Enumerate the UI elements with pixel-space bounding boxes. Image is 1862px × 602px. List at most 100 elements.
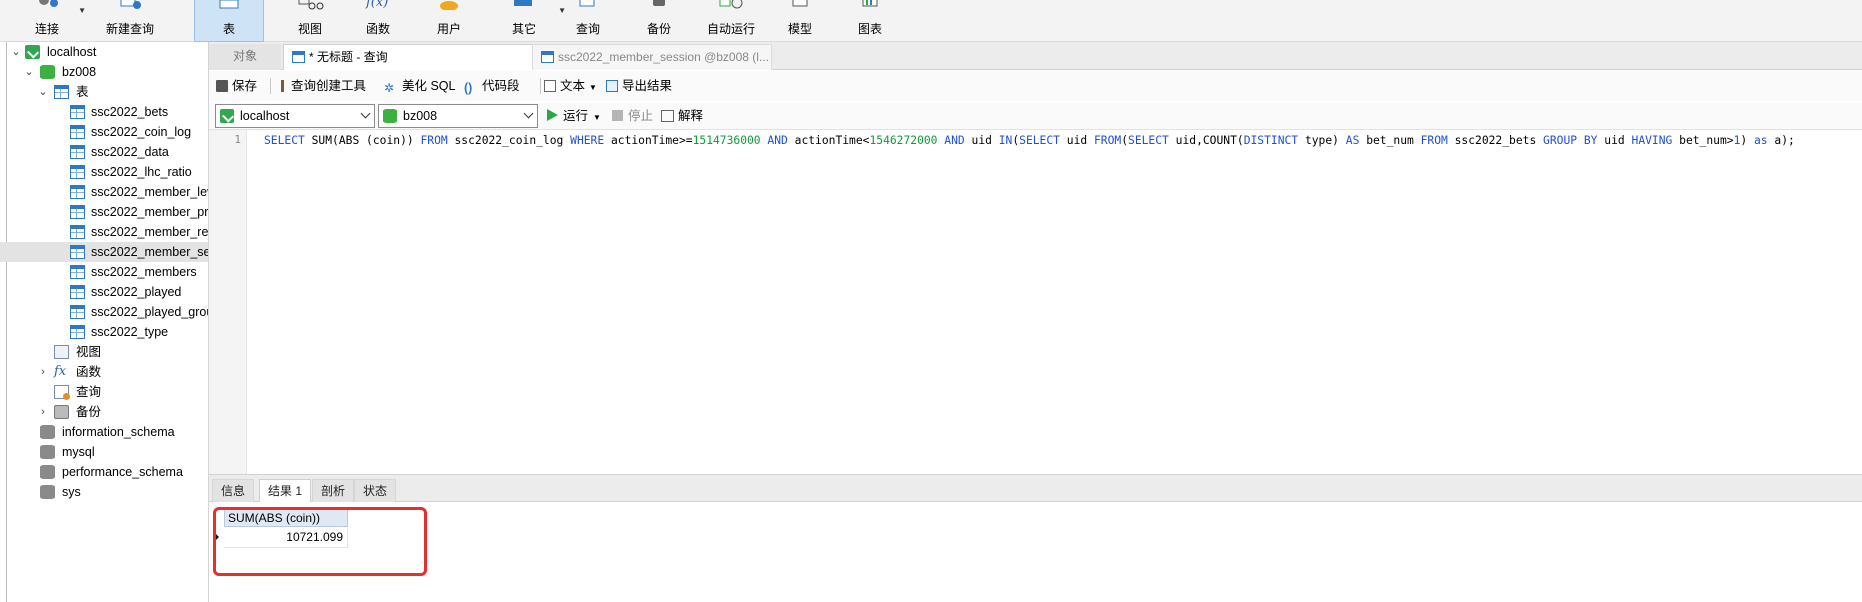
connection-icon [25, 45, 40, 59]
database-item[interactable]: performance_schema [0, 462, 208, 482]
chevron-down-icon[interactable]: ▼ [589, 83, 597, 92]
play-icon [547, 109, 558, 121]
chevron-down-icon[interactable]: ▼ [593, 113, 601, 122]
beautify-sql-button[interactable]: ✲ 美化 SQL [384, 78, 456, 95]
chevron-down-icon[interactable]: ⌄ [10, 42, 22, 62]
line-number: 1 [234, 133, 241, 146]
tree-node-database[interactable]: ⌄ bz008 [0, 62, 208, 82]
line-number-gutter: 1 [209, 130, 247, 474]
table-item[interactable]: ssc2022_member_se [0, 242, 208, 262]
table-icon [70, 145, 85, 159]
database-icon [40, 465, 55, 479]
document-icon [544, 80, 556, 92]
table-icon [70, 185, 85, 199]
table-icon [70, 245, 85, 259]
ribbon-user-button[interactable]: 用户 [417, 0, 481, 42]
result-tab[interactable]: 信息 [212, 479, 255, 503]
function-icon: f(x) [365, 0, 388, 10]
table-item[interactable]: ssc2022_played_grou [0, 302, 208, 322]
save-icon [216, 80, 228, 92]
database-icon [383, 109, 397, 123]
table-icon [70, 265, 85, 279]
database-item[interactable]: sys [0, 482, 208, 502]
chevron-down-icon[interactable]: ▼ [78, 6, 86, 15]
table-icon [219, 0, 239, 9]
other-icon [514, 0, 532, 6]
sql-code-line[interactable]: SELECT SUM(ABS (coin)) FROM ssc2022_coin… [264, 133, 1795, 149]
run-button[interactable]: 运行 ▼ [547, 108, 601, 124]
query-builder-button[interactable]: 查询创建工具 [281, 78, 366, 94]
document-tabs: 对象 * 无标题 - 查询 ssc2022_member_session @bz… [209, 42, 1862, 70]
ribbon-chart-button[interactable]: 图表 [838, 0, 902, 42]
query-icon [54, 385, 70, 400]
ribbon-table-button[interactable]: 表 [194, 0, 264, 42]
ribbon-model-button[interactable]: 模型 [768, 0, 832, 42]
export-icon [606, 80, 618, 92]
tree-node-tables-folder[interactable]: ⌄ 表 [0, 82, 208, 102]
explain-button[interactable]: 解释 [661, 108, 703, 124]
table-icon [70, 125, 85, 139]
tab-untitled-query[interactable]: * 无标题 - 查询 [283, 44, 539, 70]
query-icon [579, 0, 595, 7]
result-tab[interactable]: 状态 [354, 479, 397, 503]
table-folder-icon [54, 85, 69, 99]
tab-objects[interactable]: 对象 [209, 44, 281, 70]
ribbon-backup-button[interactable]: 备份 [627, 0, 691, 42]
connection-icon [220, 109, 234, 123]
tree-node-functions[interactable]: › fx 函数 [0, 362, 208, 382]
database-item[interactable]: information_schema [0, 422, 208, 442]
tree-node-connection[interactable]: ⌄ localhost [0, 42, 208, 62]
database-icon [40, 485, 55, 499]
ribbon-connect-button[interactable]: 连接 ▼ [22, 0, 86, 42]
tab-member-session[interactable]: ssc2022_member_session @bz008 (l... [532, 44, 772, 70]
function-icon: fx [54, 364, 67, 379]
view-icon [54, 345, 69, 359]
ribbon-schedule-button[interactable]: 自动运行 [697, 0, 765, 42]
svg-text:f(x): f(x) [365, 0, 388, 10]
magic-wand-icon: ✲ [384, 81, 395, 95]
stop-icon [612, 110, 623, 121]
sql-editor[interactable]: 1 SELECT SUM(ABS (coin)) FROM ssc2022_co… [209, 130, 1862, 474]
table-icon [70, 285, 85, 299]
ribbon-query-button[interactable]: 查询 [556, 0, 620, 42]
database-item[interactable]: mysql [0, 442, 208, 462]
ribbon-other-button[interactable]: 其它 ▼ [492, 0, 566, 42]
tree-node-queries[interactable]: 查询 [0, 382, 208, 402]
table-item[interactable]: ssc2022_data [0, 142, 208, 162]
database-select[interactable]: bz008 [378, 104, 538, 128]
ribbon-view-button[interactable]: 视图 [278, 0, 342, 42]
navigation-tree: ⌄ localhost ⌄ bz008 ⌄ 表 ssc2022_bets ssc2… [0, 42, 209, 602]
snippet-icon: () [464, 81, 473, 95]
main-ribbon: 连接 ▼ 新建查询 表 视图 f(x) 函数 用户 其它 ▼ 查询 备份 自动运… [0, 0, 1862, 42]
code-snippet-button[interactable]: () 代码段 [464, 78, 520, 95]
export-results-button[interactable]: 导出结果 [606, 78, 672, 94]
ribbon-new-query-button[interactable]: 新建查询 [98, 0, 162, 42]
table-item[interactable]: ssc2022_bets [0, 102, 208, 122]
table-item[interactable]: ssc2022_coin_log [0, 122, 208, 142]
backup-icon [54, 405, 69, 419]
database-icon [40, 65, 55, 79]
table-item[interactable]: ssc2022_members [0, 262, 208, 282]
table-item[interactable]: ssc2022_type [0, 322, 208, 342]
ribbon-function-button[interactable]: f(x) 函数 [346, 0, 410, 42]
table-item[interactable]: ssc2022_member_re [0, 222, 208, 242]
result-tab[interactable]: 剖析 [312, 479, 355, 503]
text-mode-button[interactable]: 文本 ▼ [544, 78, 597, 94]
tree-node-backups[interactable]: › 备份 [0, 402, 208, 422]
save-button[interactable]: 保存 [216, 78, 257, 94]
table-icon [70, 325, 85, 339]
chevron-right-icon[interactable]: › [37, 402, 49, 422]
table-item[interactable]: ssc2022_played [0, 282, 208, 302]
chevron-down-icon[interactable]: ⌄ [37, 82, 49, 102]
table-item[interactable]: ssc2022_member_lev [0, 182, 208, 202]
tree-node-views[interactable]: 视图 [0, 342, 208, 362]
chevron-down-icon[interactable]: ⌄ [23, 62, 35, 82]
table-item[interactable]: ssc2022_member_pr [0, 202, 208, 222]
chevron-right-icon[interactable]: › [37, 362, 49, 382]
table-item[interactable]: ssc2022_lhc_ratio [0, 162, 208, 182]
result-tab[interactable]: 结果 1 [259, 479, 312, 503]
connection-select[interactable]: localhost [215, 104, 375, 128]
table-icon [70, 225, 85, 239]
table-icon [70, 305, 85, 319]
stop-button[interactable]: 停止 [612, 108, 653, 124]
